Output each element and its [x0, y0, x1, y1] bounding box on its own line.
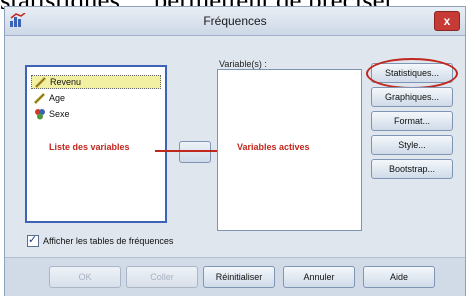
ok-button[interactable]: OK [49, 266, 121, 288]
style-button[interactable]: Style... [371, 135, 453, 155]
source-list-annotation: Liste des variables [49, 142, 130, 152]
variable-label: Sexe [49, 109, 70, 119]
list-item[interactable]: Revenu [31, 75, 161, 89]
title-bar[interactable]: Fréquences x [5, 7, 465, 36]
display-frequency-tables-option[interactable]: Afficher les tables de fréquences [27, 233, 174, 247]
nominal-icon [35, 109, 45, 120]
button-bar: OK Coller Réinitialiser Annuler Aide [5, 257, 465, 296]
charts-button[interactable]: Graphiques... [371, 87, 453, 107]
scale-icon [34, 92, 46, 104]
format-button[interactable]: Format... [371, 111, 453, 131]
help-button[interactable]: Aide [363, 266, 435, 288]
frequencies-dialog: Fréquences x Revenu Age Sexe Liste des v… [4, 6, 466, 296]
target-list-label: Variable(s) : [219, 59, 267, 69]
display-frequency-tables-checkbox[interactable] [27, 233, 39, 247]
reset-button[interactable]: Réinitialiser [203, 266, 275, 288]
variable-label: Age [49, 93, 66, 103]
paste-button[interactable]: Coller [126, 266, 198, 288]
close-button[interactable]: x [434, 11, 460, 31]
list-item[interactable]: Age [31, 91, 68, 105]
list-item[interactable]: Sexe [31, 107, 73, 121]
bootstrap-button[interactable]: Bootstrap... [371, 159, 453, 179]
highlight-oval [366, 58, 458, 89]
checkbox-label: Afficher les tables de fréquences [43, 236, 174, 246]
target-list-annotation: Variables actives [237, 142, 310, 152]
scale-icon [35, 76, 47, 88]
variable-label: Revenu [50, 77, 82, 87]
cancel-button[interactable]: Annuler [283, 266, 355, 288]
window-title: Fréquences [203, 14, 267, 28]
